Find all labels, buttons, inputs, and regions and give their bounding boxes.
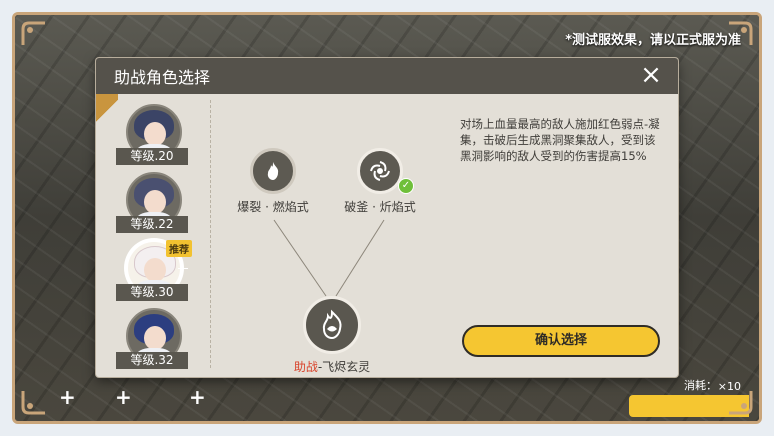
skill-label: 破釜 · 炘焰式 xyxy=(344,200,416,214)
frame-corner-ornament xyxy=(21,21,47,47)
vortex-icon xyxy=(357,148,403,194)
level-label: 等级.20 xyxy=(116,148,188,165)
character-list[interactable]: 等级.20 等级.22 推荐 等级.30 等级.32 xyxy=(106,100,202,377)
selection-indicator xyxy=(178,268,188,269)
frame-corner-ornament xyxy=(21,389,47,415)
modal-title: 助战角色选择 xyxy=(114,68,211,87)
character-item-selected[interactable]: 推荐 等级.30 xyxy=(116,240,192,308)
recommended-badge: 推荐 xyxy=(166,240,192,257)
character-item[interactable]: 等级.22 xyxy=(116,172,188,240)
cost-label: 消耗： xyxy=(684,379,717,392)
close-icon[interactable]: × xyxy=(638,62,664,89)
spirit-flame-icon xyxy=(303,296,361,354)
level-label: 等级.30 xyxy=(116,284,188,301)
add-slot-icon[interactable]: + xyxy=(59,385,76,409)
support-select-modal: 助战角色选择 × 等级.20 等级.22 推荐 等级.30 等级.32 爆裂 ·… xyxy=(96,58,678,377)
test-server-notice: *测试服效果，请以正式服为准 xyxy=(565,33,741,48)
character-item[interactable]: 等级.20 xyxy=(116,104,188,172)
add-slot-icon[interactable]: + xyxy=(189,385,206,409)
level-label: 等级.32 xyxy=(116,352,188,369)
skill-description: 对场上血量最高的敌人施加红色弱点-凝集，击破后生成黑洞聚集敌人，受到该黑洞影响的… xyxy=(460,117,660,163)
divider xyxy=(210,100,211,368)
skill-node-root[interactable]: 助战-飞烬玄灵 xyxy=(262,296,402,375)
skill-tree: 爆裂 · 燃焰式 ✓ 破釜 · 炘焰式 助战-飞烬玄灵 xyxy=(216,100,446,374)
modal-header: 助战角色选择 × xyxy=(96,58,678,94)
character-item[interactable]: 等级.32 xyxy=(116,308,188,376)
checkmark-icon: ✓ xyxy=(398,178,414,194)
level-label: 等级.22 xyxy=(116,216,188,233)
skill-label: 助战-飞烬玄灵 xyxy=(293,360,371,374)
bottom-hud: + + + 消耗： ×10 xyxy=(15,375,759,421)
flame-burst-icon xyxy=(250,148,296,194)
skill-node-right[interactable]: ✓ 破釜 · 炘焰式 xyxy=(310,148,450,215)
confirm-button[interactable]: 确认选择 xyxy=(462,325,660,357)
frame-corner-ornament xyxy=(727,389,753,415)
add-slot-icon[interactable]: + xyxy=(115,385,132,409)
